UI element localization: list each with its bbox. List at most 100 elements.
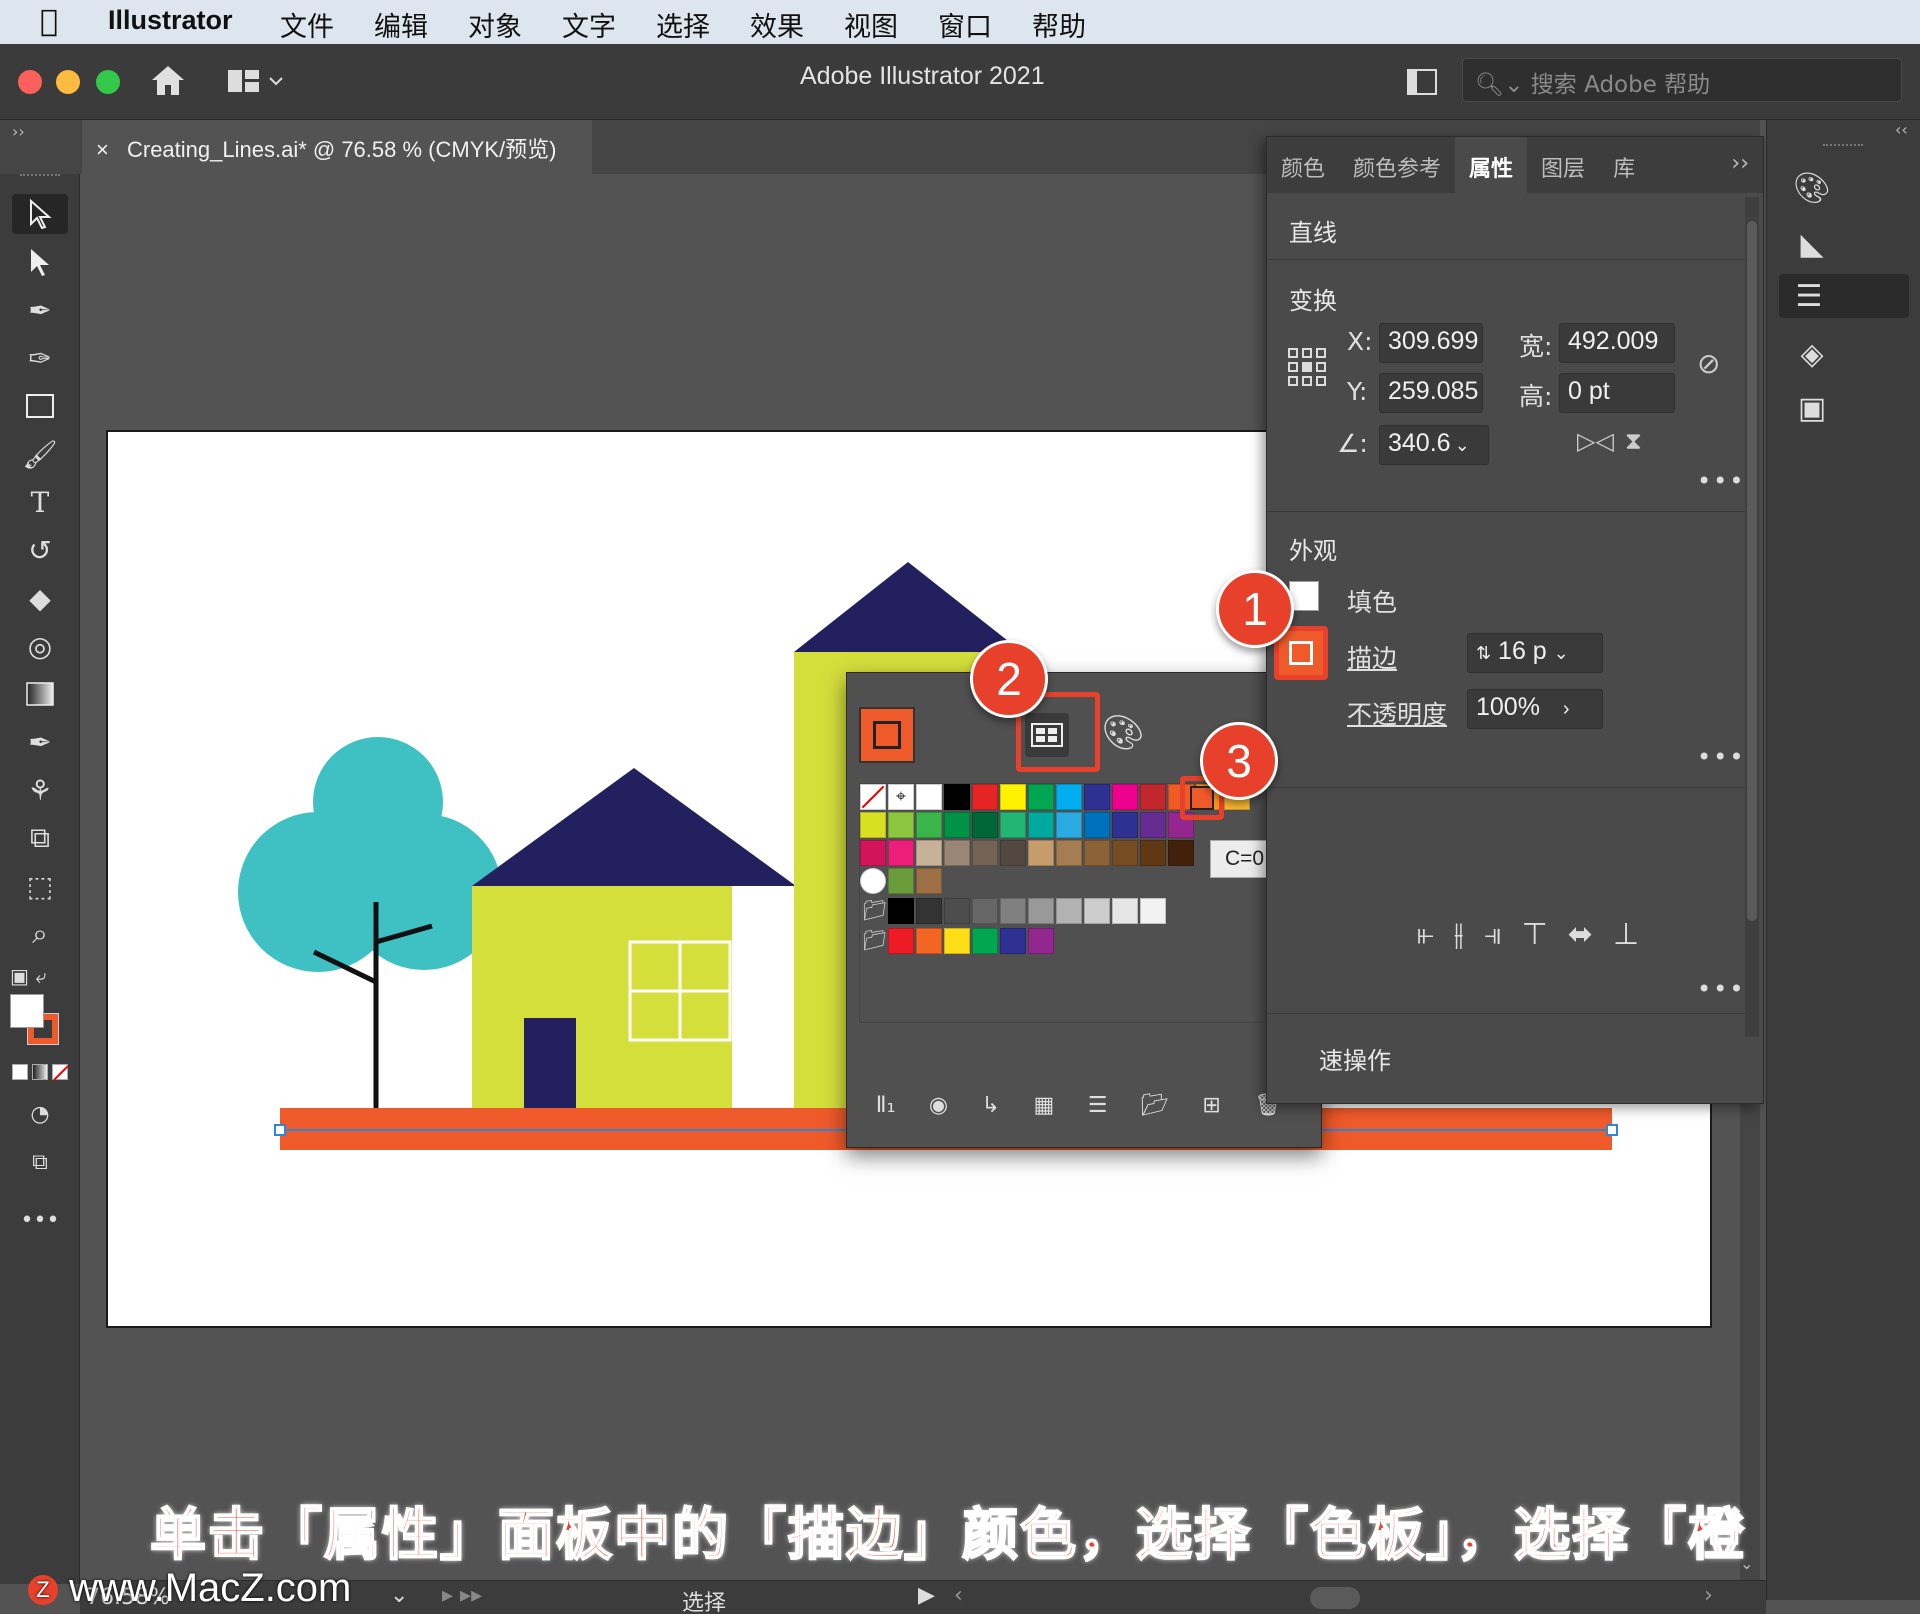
menu-select[interactable]: 选择 (656, 5, 710, 44)
align-center-h-icon[interactable]: ⫲ (1454, 917, 1464, 957)
zoom-dropdown-icon[interactable]: ⌄ (390, 1583, 408, 1608)
color-swatch[interactable] (1140, 784, 1166, 810)
paintbrush-tool-icon[interactable]: 🖌︎ (12, 434, 68, 474)
collapse-toolbar-icon[interactable]: ›› (12, 122, 25, 141)
bright-swatch[interactable] (1000, 928, 1026, 954)
stroke-weight-field[interactable]: ⇅ 16 p ⌄ (1467, 633, 1603, 673)
color-swatch[interactable] (972, 812, 998, 838)
tab-libraries[interactable]: 库 (1599, 137, 1649, 193)
layers-panel-icon[interactable]: ◈ (1787, 332, 1837, 376)
artboard-nav-icons[interactable]: ▸ ▸▸ (442, 1583, 482, 1608)
chevron-right-icon[interactable]: › (1563, 698, 1570, 720)
help-search-input[interactable]: 🔍︎⌄ 搜索 Adobe 帮助 (1462, 58, 1902, 102)
constrain-proportions-icon[interactable]: ⊘ (1697, 347, 1720, 380)
color-swatch[interactable] (944, 784, 970, 810)
direct-selection-tool-icon[interactable] (12, 242, 68, 282)
more-align-options-icon[interactable]: ••• (1697, 975, 1745, 1003)
tab-color-guide[interactable]: 颜色参考 (1339, 137, 1455, 193)
tab-color[interactable]: 颜色 (1267, 137, 1339, 193)
menu-edit[interactable]: 编辑 (374, 5, 428, 44)
reference-point-icon[interactable] (1287, 347, 1327, 387)
gradient-tool-icon[interactable] (12, 674, 68, 714)
home-icon[interactable] (148, 62, 188, 98)
flip-horizontal-icon[interactable]: ▷◁ (1577, 427, 1614, 455)
swatch-kind-icon[interactable]: ◉ (929, 1093, 948, 1133)
lasso-tool-icon[interactable]: ◎ (12, 626, 68, 666)
gray-swatch[interactable] (1112, 898, 1138, 924)
color-swatch[interactable] (916, 784, 942, 810)
align-center-v-icon[interactable]: ⬌ (1568, 917, 1593, 957)
bright-swatch[interactable] (944, 928, 970, 954)
color-swatch[interactable] (1028, 840, 1054, 866)
color-swatch[interactable] (1112, 784, 1138, 810)
color-swatch[interactable] (972, 784, 998, 810)
more-transform-options-icon[interactable]: ••• (1697, 467, 1745, 495)
color-swatch[interactable] (860, 812, 886, 838)
y-field[interactable]: 259.085 (1379, 373, 1483, 413)
new-swatch-icon[interactable]: ⊞ (1202, 1093, 1220, 1133)
menu-object[interactable]: 对象 (468, 5, 522, 44)
bright-swatch[interactable] (1028, 928, 1054, 954)
gray-swatch[interactable] (1056, 898, 1082, 924)
menu-view[interactable]: 视图 (844, 5, 898, 44)
color-swatch[interactable] (1112, 812, 1138, 838)
artboard-tool-icon[interactable]: ⬚ (12, 866, 68, 906)
dock-grip[interactable] (1823, 144, 1863, 152)
close-tab-button[interactable]: × (96, 137, 109, 162)
color-swatch[interactable] (1084, 812, 1110, 838)
screen-mode-icon[interactable]: ⧉ (12, 1142, 68, 1182)
color-swatch[interactable] (1140, 812, 1166, 838)
bright-swatch[interactable] (888, 928, 914, 954)
align-right-icon[interactable]: ⫣ (1484, 917, 1502, 957)
height-field[interactable]: 0 pt (1559, 373, 1675, 413)
color-swatch[interactable] (944, 840, 970, 866)
x-field[interactable]: 309.699 (1379, 323, 1483, 363)
opacity-label[interactable]: 不透明度 (1347, 695, 1447, 731)
panel-menu-icon[interactable]: ›› (1717, 137, 1763, 193)
gray-swatch[interactable] (1084, 898, 1110, 924)
swap-fill-stroke-icon[interactable]: ▣ ⤶ (10, 964, 70, 994)
menu-help[interactable]: 帮助 (1032, 5, 1086, 44)
stroke-label[interactable]: 描边 (1347, 639, 1397, 675)
color-swatch[interactable] (1168, 840, 1194, 866)
registration-swatch[interactable]: ⌖ (888, 784, 914, 810)
shape-builder-tool-icon[interactable]: ⧉ (12, 818, 68, 858)
panel-layout-icon[interactable] (1406, 68, 1438, 96)
pattern-swatch-1[interactable] (860, 868, 886, 894)
curvature-tool-icon[interactable]: ✑ (12, 338, 68, 378)
minimize-window-button[interactable] (56, 70, 80, 94)
color-panel-icon[interactable]: 🎨︎ (1787, 166, 1837, 210)
gray-swatch[interactable] (1028, 898, 1054, 924)
color-swatch[interactable] (972, 840, 998, 866)
panel-scrollbar[interactable] (1745, 197, 1759, 1037)
gray-swatch[interactable] (888, 898, 914, 924)
menu-type[interactable]: 文字 (562, 5, 616, 44)
fill-swatch-icon[interactable] (10, 994, 44, 1028)
more-appearance-options-icon[interactable]: ••• (1697, 743, 1745, 771)
swatch-options-icon[interactable]: ▦ (1033, 1093, 1054, 1133)
scroll-left-icon[interactable]: ‹ (954, 1583, 963, 1608)
color-swatch[interactable] (1028, 784, 1054, 810)
color-mixer-palette-icon[interactable]: 🎨︎ (1101, 713, 1145, 757)
gray-swatch[interactable] (972, 898, 998, 924)
document-tab[interactable]: × Creating_Lines.ai* @ 76.58 % (CMYK/预览) (82, 120, 592, 174)
libraries-panel-icon[interactable]: ▣ (1787, 386, 1837, 430)
color-guide-icon[interactable]: ◣ (1787, 222, 1837, 266)
eraser-tool-icon[interactable]: ◆ (12, 578, 68, 618)
horizontal-scroll-thumb[interactable] (1310, 1587, 1360, 1609)
color-swatch[interactable] (916, 840, 942, 866)
bright-swatch[interactable] (972, 928, 998, 954)
status-menu-icon[interactable]: ▶ (918, 1583, 935, 1608)
toolbar-grip[interactable] (20, 174, 60, 186)
color-swatch[interactable] (1084, 840, 1110, 866)
pattern-swatch-2[interactable] (888, 868, 914, 894)
rectangle-tool-icon[interactable] (12, 386, 68, 426)
type-tool-icon[interactable]: T (12, 482, 68, 522)
apple-icon[interactable]:  (40, 4, 58, 39)
tab-layers[interactable]: 图层 (1527, 137, 1599, 193)
chevron-down-icon[interactable]: ⌄ (1554, 643, 1569, 663)
pattern-swatch-3[interactable] (916, 868, 942, 894)
opacity-field[interactable]: 100% › (1467, 689, 1603, 729)
gray-swatch[interactable] (944, 898, 970, 924)
align-bottom-icon[interactable]: ⊥ (1613, 917, 1639, 957)
